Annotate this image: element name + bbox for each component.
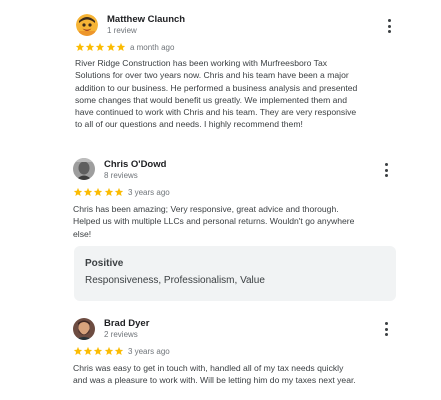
more-options-icon[interactable] bbox=[383, 18, 395, 34]
rating-row: a month ago bbox=[75, 41, 174, 53]
star-icon bbox=[94, 187, 103, 196]
star-icon bbox=[114, 187, 123, 196]
review-text: Chris was easy to get in touch with, han… bbox=[73, 362, 356, 387]
star-icon bbox=[114, 346, 123, 355]
star-icon bbox=[73, 187, 83, 196]
reviewer-name[interactable]: Chris O'Dowd bbox=[104, 159, 166, 170]
star-icon bbox=[116, 42, 125, 51]
rating-row: 3 years ago bbox=[73, 345, 170, 357]
star-icon bbox=[104, 346, 113, 355]
highlight-body: Responsiveness, Professionalism, Value bbox=[85, 275, 265, 286]
star-icon bbox=[73, 346, 83, 355]
review-time: 3 years ago bbox=[127, 187, 170, 197]
reviewer-name[interactable]: Brad Dyer bbox=[104, 318, 149, 329]
review-text-line: and was a pleasure to work with. Will be… bbox=[73, 375, 356, 386]
review-text-line: else! bbox=[73, 228, 92, 239]
review-text-line: some changes that would benefit us great… bbox=[75, 94, 347, 105]
review-card: Matthew Claunch 1 review a month ago Riv… bbox=[0, 0, 441, 150]
review-count: 8 reviews bbox=[104, 171, 138, 180]
star-rating bbox=[73, 346, 124, 356]
review-count: 2 reviews bbox=[104, 330, 138, 339]
more-options-icon[interactable] bbox=[380, 162, 392, 178]
highlight-title: Positive bbox=[85, 258, 124, 269]
reviewer-avatar[interactable] bbox=[73, 158, 95, 180]
review-text: Chris has been amazing; Very responsive,… bbox=[73, 203, 354, 240]
review-time: a month ago bbox=[129, 42, 175, 52]
review-time: 3 years ago bbox=[127, 346, 170, 356]
star-icon bbox=[84, 346, 93, 355]
more-options-icon[interactable] bbox=[380, 321, 392, 337]
review-text-line: to all of our questions and needs. I hig… bbox=[75, 119, 303, 130]
review-text-line: Helped us with multiple LLCs and persona… bbox=[73, 216, 355, 227]
review-text-line: have continued to work with Chris and hi… bbox=[75, 107, 357, 118]
review-text-line: River Ridge Construction has been workin… bbox=[75, 58, 328, 68]
review-highlight-box: Positive Responsiveness, Professionalism… bbox=[74, 246, 396, 301]
review-text: River Ridge Construction has been workin… bbox=[75, 57, 357, 131]
star-rating bbox=[73, 187, 124, 197]
star-icon bbox=[75, 42, 85, 51]
review-text-line: Solutions for over two years now. Chris … bbox=[75, 70, 349, 81]
star-icon bbox=[104, 187, 113, 196]
review-text-line: Chris has been amazing; Very responsive,… bbox=[73, 204, 339, 214]
review-text-line: addition to our business. He performed a… bbox=[75, 82, 358, 93]
review-count: 1 review bbox=[107, 26, 137, 35]
star-icon bbox=[96, 42, 105, 51]
reviewer-avatar[interactable] bbox=[76, 14, 98, 36]
rating-row: 3 years ago bbox=[73, 186, 170, 198]
reviewer-avatar[interactable] bbox=[73, 318, 95, 340]
star-icon bbox=[94, 346, 103, 355]
star-rating bbox=[75, 42, 126, 52]
reviewer-name[interactable]: Matthew Claunch bbox=[107, 14, 185, 25]
review-card: Brad Dyer 2 reviews 3 years ago Chris wa… bbox=[0, 310, 441, 400]
review-text-line: Chris was easy to get in touch with, han… bbox=[73, 363, 344, 373]
star-icon bbox=[86, 42, 95, 51]
star-icon bbox=[106, 42, 115, 51]
star-icon bbox=[84, 187, 93, 196]
